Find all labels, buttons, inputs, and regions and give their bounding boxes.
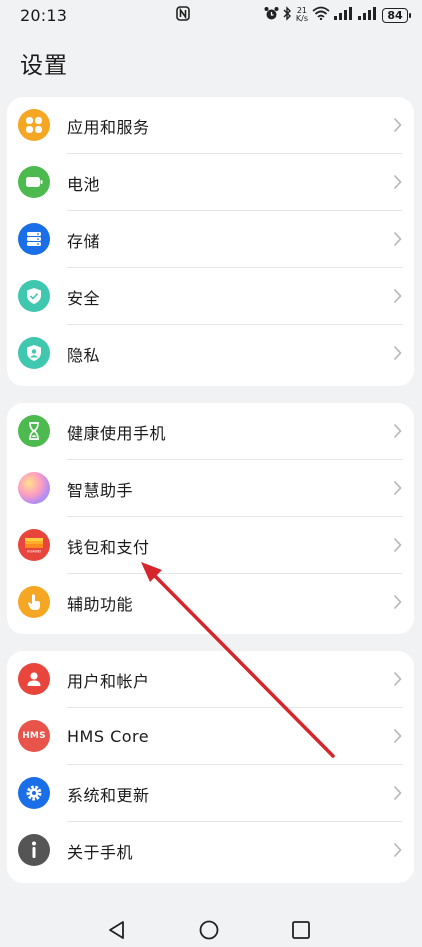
settings-item-about-phone[interactable]: 关于手机 [7, 822, 414, 879]
hourglass-icon [18, 415, 50, 447]
settings-item-label: 辅助功能 [67, 594, 134, 614]
chevron-right-icon [393, 537, 402, 557]
network-speed-unit: K/s [295, 14, 308, 23]
status-bar: 20:13 21 K/s 84 [0, 0, 422, 30]
settings-item-label: 关于手机 [67, 842, 134, 862]
settings-item-digital-balance[interactable]: 健康使用手机 [7, 403, 414, 460]
settings-item-apps-services[interactable]: 应用和服务 [7, 97, 414, 154]
settings-item-label: 存储 [67, 231, 101, 251]
wallet-icon: HUAWEI [18, 529, 50, 561]
assistant-orb-icon [18, 472, 50, 504]
settings-item-label: HMS Core [67, 727, 150, 746]
settings-item-label: 安全 [67, 288, 101, 308]
settings-item-privacy[interactable]: 隐私 [7, 325, 414, 382]
info-icon [18, 834, 50, 866]
nfc-icon [176, 6, 190, 25]
chevron-right-icon [393, 423, 402, 443]
settings-item-security[interactable]: 安全 [7, 268, 414, 325]
hand-pointer-icon [18, 586, 50, 618]
settings-item-users-accounts[interactable]: 用户和帐户 [7, 651, 414, 708]
battery-indicator: 84 [382, 7, 411, 23]
privacy-icon [18, 337, 50, 369]
chevron-right-icon [393, 231, 402, 251]
apps-icon [18, 109, 50, 141]
settings-group-1: 应用和服务 电池 存储 安全 隐私 [7, 97, 414, 386]
battery-icon [18, 166, 50, 198]
settings-item-battery[interactable]: 电池 [7, 154, 414, 211]
settings-item-label: 用户和帐户 [67, 671, 150, 691]
wallet-icon-text: HUAWEI [27, 550, 41, 554]
settings-item-smart-assistant[interactable]: 智慧助手 [7, 460, 414, 517]
settings-item-label: 钱包和支付 [67, 537, 150, 557]
wifi-icon [312, 6, 330, 24]
chevron-right-icon [393, 174, 402, 194]
settings-group-2: 健康使用手机 智慧助手 HUAWEI 钱包和支付 辅助功能 [7, 403, 414, 634]
hms-icon-text: HMS [22, 731, 46, 741]
chevron-right-icon [393, 842, 402, 862]
settings-item-accessibility[interactable]: 辅助功能 [7, 574, 414, 631]
shield-icon [18, 280, 50, 312]
settings-item-label: 健康使用手机 [67, 423, 167, 443]
settings-item-label: 智慧助手 [67, 480, 134, 500]
status-icons: 21 K/s 84 [264, 5, 411, 25]
storage-icon [18, 223, 50, 255]
chevron-right-icon [393, 671, 402, 691]
chevron-right-icon [393, 345, 402, 365]
signal-icon-sim2 [358, 6, 378, 24]
settings-item-system-update[interactable]: 系统和更新 [7, 765, 414, 822]
settings-item-wallet-payment[interactable]: HUAWEI 钱包和支付 [7, 517, 414, 574]
chevron-right-icon [393, 785, 402, 805]
settings-item-label: 应用和服务 [67, 117, 150, 137]
bluetooth-icon [283, 5, 292, 25]
recents-icon[interactable] [291, 920, 311, 944]
chevron-right-icon [393, 480, 402, 500]
hms-icon: HMS [18, 720, 50, 752]
chevron-right-icon [393, 117, 402, 137]
chevron-right-icon [393, 728, 402, 748]
gear-icon [18, 777, 50, 809]
navigation-bar [0, 910, 422, 947]
battery-level: 84 [387, 8, 403, 22]
settings-item-hms-core[interactable]: HMS HMS Core [7, 708, 414, 765]
user-icon [18, 663, 50, 695]
settings-group-3: 用户和帐户 HMS HMS Core 系统和更新 关于手机 [7, 651, 414, 883]
status-time: 20:13 [20, 5, 68, 25]
settings-item-label: 系统和更新 [67, 785, 150, 805]
network-speed: 21 K/s [296, 7, 308, 23]
chevron-right-icon [393, 594, 402, 614]
home-icon[interactable] [199, 920, 219, 944]
alarm-icon [264, 6, 279, 25]
settings-item-storage[interactable]: 存储 [7, 211, 414, 268]
signal-icon-sim1 [334, 6, 354, 24]
back-icon[interactable] [107, 920, 127, 944]
page-title: 设置 [20, 53, 68, 79]
settings-item-label: 隐私 [67, 345, 101, 365]
chevron-right-icon [393, 288, 402, 308]
settings-item-label: 电池 [67, 174, 101, 194]
